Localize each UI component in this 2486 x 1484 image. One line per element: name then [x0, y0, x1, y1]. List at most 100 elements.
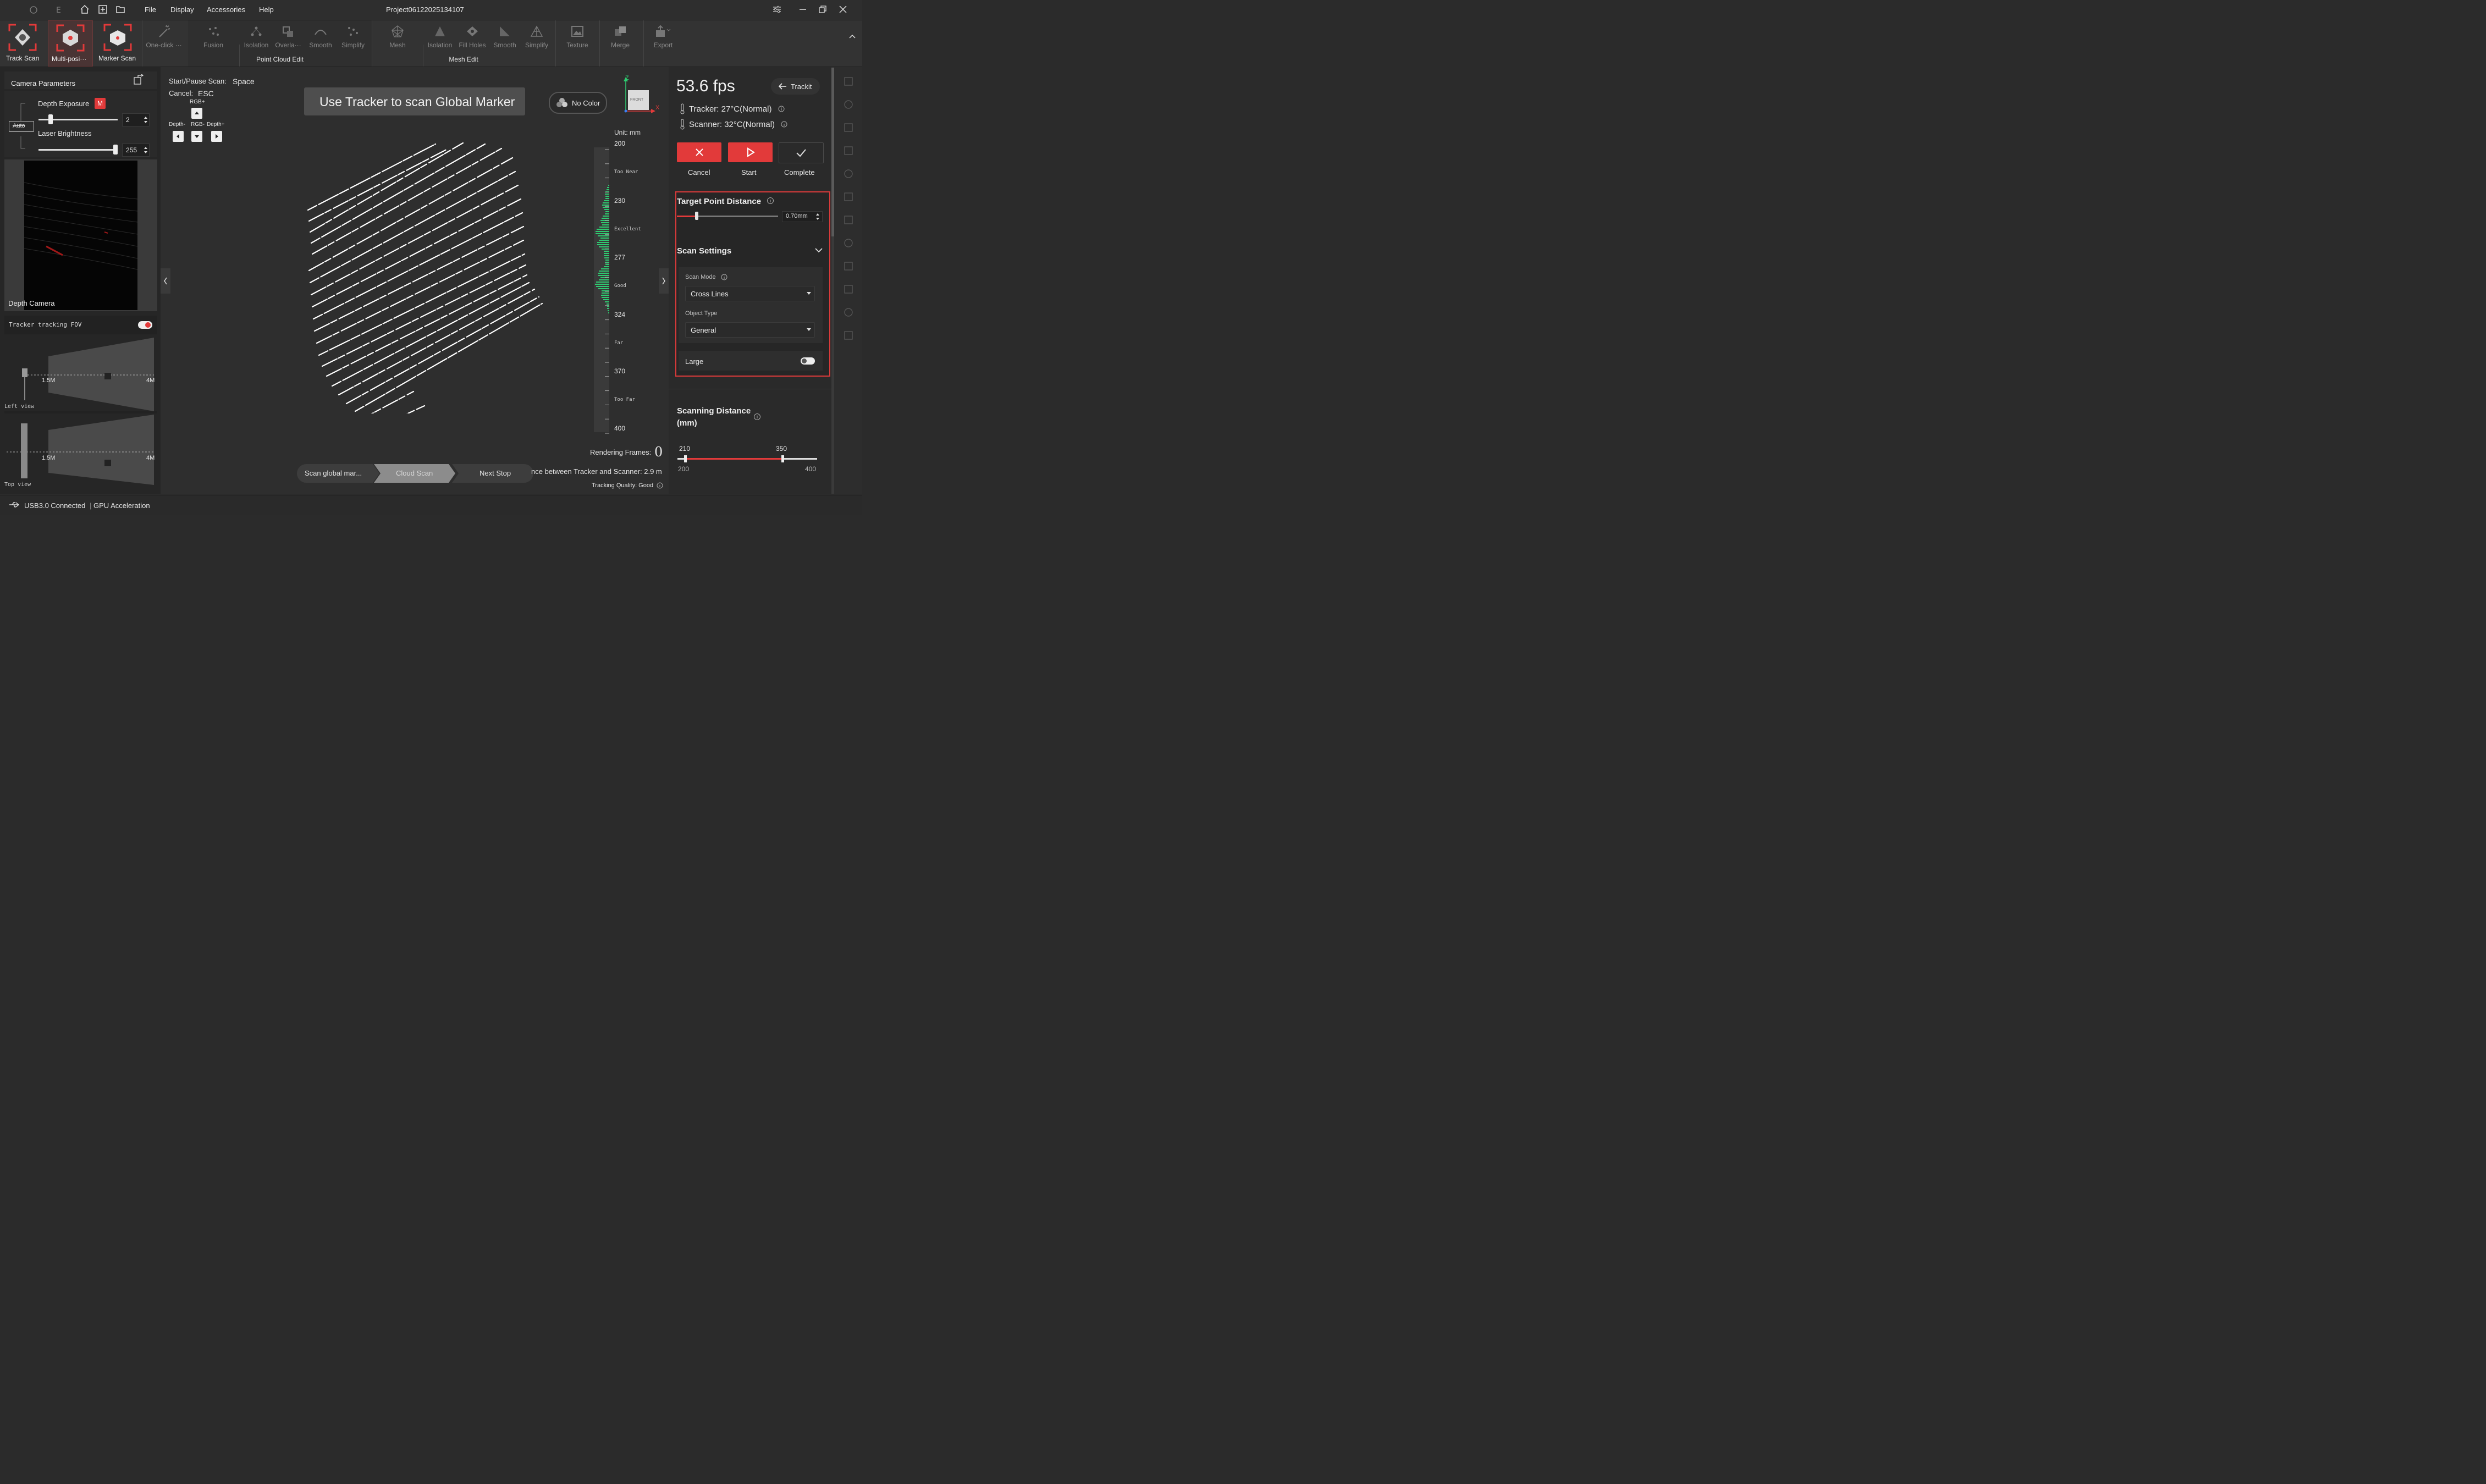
info-icon[interactable]	[657, 482, 663, 489]
dropdown-arrow-icon	[807, 292, 811, 295]
scan-line	[321, 264, 527, 367]
fill-holes-icon	[467, 26, 478, 36]
menu-file[interactable]: File	[145, 5, 156, 14]
trackit-button[interactable]: Trackit	[771, 78, 820, 95]
scan-line	[310, 184, 519, 296]
undo-icon[interactable]	[843, 307, 854, 318]
copy-icon[interactable]	[843, 261, 854, 272]
laser-spinbox[interactable]: 255	[122, 144, 150, 157]
collapse-right-icon[interactable]	[659, 268, 669, 294]
target-distance-spinbox[interactable]: 0.70mm	[782, 211, 823, 222]
close-icon[interactable]	[839, 5, 847, 14]
track-scan-label: Track Scan	[6, 54, 40, 62]
restore-icon[interactable]	[818, 5, 827, 14]
pc-smooth-button[interactable]: Smooth	[305, 25, 336, 49]
cleanup-icon[interactable]	[843, 284, 854, 295]
target-distance-track[interactable]	[677, 216, 778, 217]
texture-button[interactable]: Texture	[562, 25, 593, 49]
large-toggle[interactable]	[801, 357, 815, 365]
sd-min-thumb[interactable]	[684, 455, 687, 462]
collapse-ribbon-icon[interactable]	[848, 34, 856, 39]
depth-plus-button[interactable]	[211, 131, 222, 142]
fill-holes-button[interactable]: Fill Holes	[456, 25, 488, 49]
info-icon[interactable]	[781, 121, 787, 128]
minimize-icon[interactable]	[798, 5, 807, 14]
select-cursor-icon[interactable]	[843, 76, 854, 87]
mesh-isolation-button[interactable]: Isolation	[424, 25, 456, 49]
step-next-stop[interactable]: Next Stop	[479, 469, 511, 477]
export-button[interactable]: Export	[648, 25, 679, 49]
scan-mode-select[interactable]: Cross Lines	[685, 286, 815, 301]
object-type-select[interactable]: General	[685, 322, 815, 338]
auto-toggle[interactable]: Auto	[9, 121, 34, 132]
laser-slider-thumb[interactable]	[113, 145, 118, 155]
sd-max-thumb[interactable]	[781, 455, 784, 462]
laser-slider-track[interactable]	[38, 149, 118, 151]
scan-step-progress: Scan global mar... Cloud Scan Next Stop	[297, 464, 533, 483]
exposure-spinbox[interactable]: 2	[122, 113, 150, 126]
scan-line	[307, 143, 437, 211]
edit-select-icon[interactable]	[843, 214, 854, 225]
mesh-simplify-button[interactable]: Simplify	[521, 25, 552, 49]
delete-icon[interactable]	[843, 238, 854, 249]
spin-arrows-icon[interactable]	[815, 213, 820, 220]
fusion-button[interactable]: Fusion	[198, 25, 229, 49]
histogram-bar	[604, 253, 609, 254]
new-project-icon[interactable]	[98, 4, 108, 14]
menu-display[interactable]: Display	[170, 5, 194, 14]
pc-simplify-button[interactable]: Simplify	[337, 25, 369, 49]
overlap-button[interactable]: Overla···	[273, 25, 304, 49]
target-distance-thumb[interactable]	[694, 212, 698, 220]
shortcut-cancel-label: Cancel:	[169, 89, 194, 97]
track-scan-button[interactable]: Track Scan	[2, 20, 43, 64]
redo-icon[interactable]	[843, 330, 854, 341]
step-cloud-scan[interactable]: Cloud Scan	[396, 469, 433, 477]
scanner-temp: Scanner: 32°C(Normal)	[689, 120, 775, 129]
invert-select-icon[interactable]	[843, 191, 854, 202]
marker-scan-button[interactable]: Marker Scan	[97, 20, 139, 64]
scan-line	[308, 148, 448, 222]
tracker-scanner-distance: nce between Tracker and Scanner: 2.9 m	[531, 467, 662, 476]
histogram-bar	[595, 284, 609, 285]
rgb-minus-button[interactable]	[191, 131, 202, 142]
one-click-button[interactable]: One-click ···	[144, 25, 184, 49]
exposure-slider-thumb[interactable]	[48, 114, 53, 124]
info-icon[interactable]	[778, 106, 785, 112]
manual-mode-badge[interactable]: M	[95, 98, 106, 109]
home-icon[interactable]	[80, 4, 90, 14]
detach-icon[interactable]	[133, 74, 144, 85]
spin-arrows-icon[interactable]	[144, 146, 148, 155]
lasso-select-icon[interactable]	[843, 122, 854, 133]
instruction-banner-text: Use Tracker to scan Global Marker	[319, 95, 515, 109]
depth-minus-button[interactable]	[173, 131, 184, 142]
cancel-button[interactable]	[677, 142, 721, 162]
collapse-left-icon[interactable]	[161, 268, 170, 294]
no-color-button[interactable]: No Color	[549, 92, 607, 114]
open-folder-icon[interactable]	[115, 4, 125, 14]
merge-button[interactable]: Merge	[605, 25, 636, 49]
info-icon[interactable]	[767, 197, 774, 205]
rgb-plus-button[interactable]	[191, 108, 202, 119]
fov-toggle[interactable]	[138, 321, 152, 329]
scanning-distance-track[interactable]	[677, 458, 817, 460]
spin-arrows-icon[interactable]	[144, 115, 148, 124]
start-button[interactable]	[728, 142, 773, 162]
multi-position-button[interactable]: Multi-posi···	[48, 20, 93, 67]
viewport[interactable]: Start/Pause Scan: Space Cancel: ESC RGB+…	[161, 67, 669, 494]
menu-accessories[interactable]: Accessories	[207, 5, 245, 14]
menu-help[interactable]: Help	[259, 5, 274, 14]
ellipse-select-icon[interactable]	[843, 145, 854, 156]
complete-button[interactable]	[779, 142, 824, 163]
settings-sliders-icon[interactable]	[773, 5, 781, 14]
chevron-down-icon[interactable]	[815, 247, 823, 253]
step-scan-global-markers[interactable]: Scan global mar...	[305, 469, 362, 477]
histogram-bar	[599, 279, 609, 280]
pc-isolation-button[interactable]: Isolation	[241, 25, 272, 49]
mesh-smooth-button[interactable]: Smooth	[490, 25, 520, 49]
histogram-bar	[602, 218, 609, 219]
sphere-select-icon[interactable]	[843, 168, 854, 179]
info-icon[interactable]	[721, 274, 727, 280]
info-icon[interactable]	[753, 413, 761, 421]
mesh-button[interactable]: Mesh	[382, 25, 413, 49]
rect-select-icon[interactable]	[843, 99, 854, 110]
